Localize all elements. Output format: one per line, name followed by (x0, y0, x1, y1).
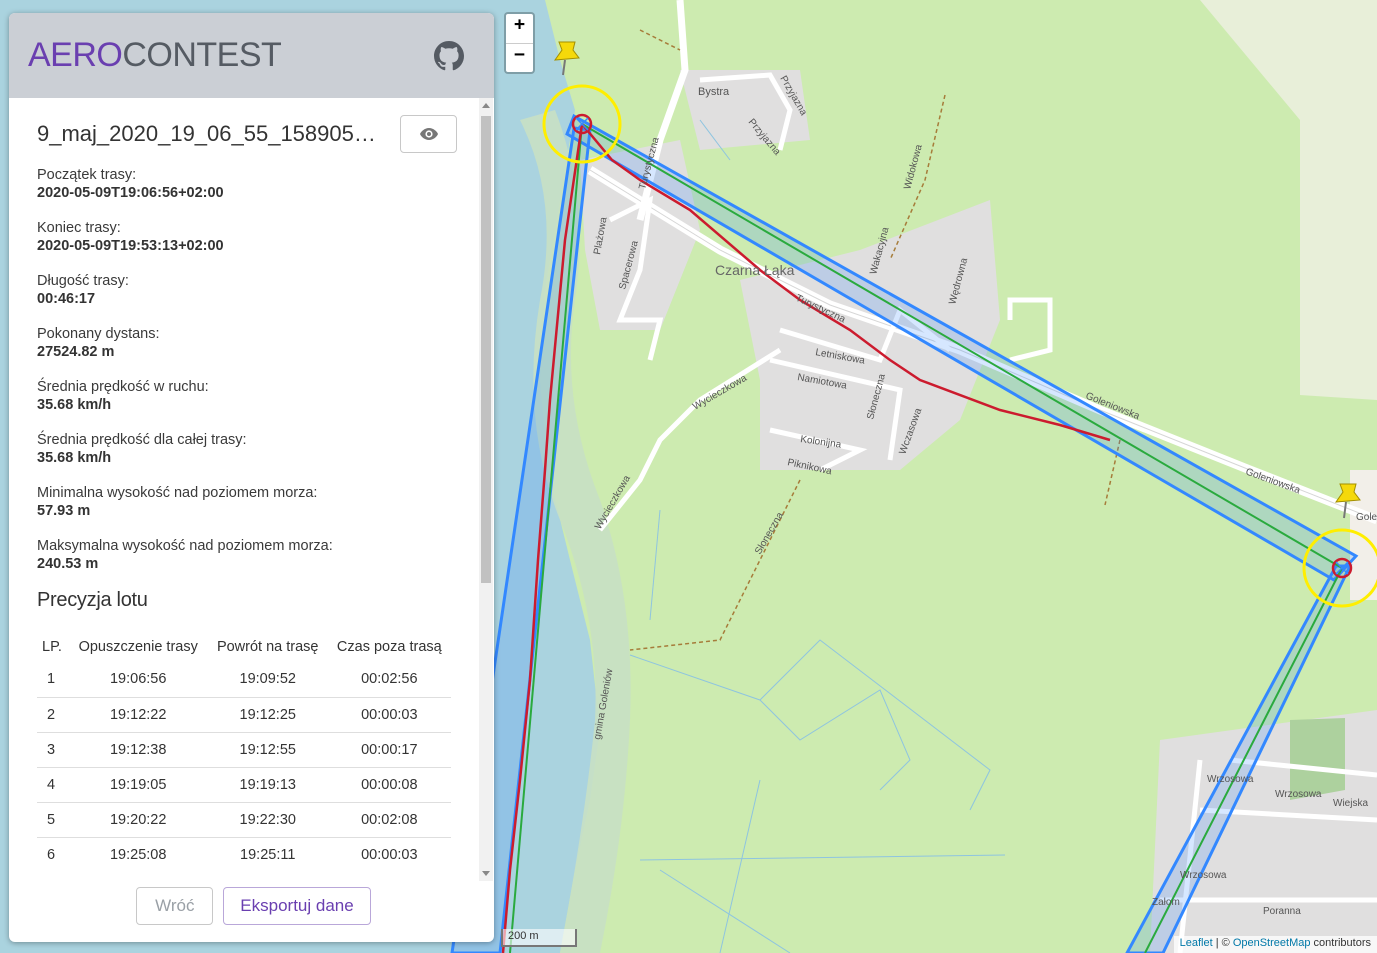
table-cell: 19:09:52 (207, 662, 328, 698)
stat-max-altitude: Maksymalna wysokość nad poziomem morza: 2… (37, 538, 333, 572)
scroll-down-icon[interactable] (482, 871, 490, 876)
svg-text:Poranna: Poranna (1263, 906, 1301, 917)
map-label-village: Czarna Łąka (715, 262, 795, 278)
panel-footer: Wróć Eksportuj dane (9, 881, 494, 942)
track-stats: Początek trasy: 2020-05-09T19:06:56+02:00… (37, 166, 477, 573)
svg-text:Wrzosowa: Wrzosowa (1180, 870, 1227, 881)
precision-section-title: Precyzja lotu (37, 589, 148, 611)
panel-header: AEROCONTEST (9, 13, 494, 98)
svg-text:Wrzosowa: Wrzosowa (1207, 774, 1254, 785)
table-cell: 00:00:08 (327, 767, 451, 803)
app-logo[interactable]: AEROCONTEST (28, 36, 282, 75)
table-cell: 19:12:55 (207, 732, 328, 768)
table-row: 3 19:12:38 19:12:55 00:00:17 (37, 732, 451, 768)
table-row: 5 19:20:22 19:22:30 00:02:08 (37, 802, 451, 838)
table-cell: 19:20:22 (68, 802, 208, 838)
table-cell: 19:19:05 (68, 767, 208, 803)
panel-scrollbar[interactable] (479, 98, 493, 881)
stat-avg-speed-moving: Średnia prędkość w ruchu: 35.68 km/h (37, 379, 209, 413)
panel-body: 9_maj_2020_19_06_55_1589052... Początek … (9, 98, 494, 881)
table-cell: 19:06:56 (68, 662, 208, 698)
map-scale: 200 m (501, 929, 577, 947)
leaflet-link[interactable]: Leaflet (1180, 937, 1213, 949)
scrollbar-thumb[interactable] (481, 116, 491, 583)
svg-text:Wiejska: Wiejska (1333, 798, 1368, 809)
stat-start: Początek trasy: 2020-05-09T19:06:56+02:00 (37, 167, 224, 201)
table-cell: 00:00:17 (327, 732, 451, 768)
stat-end: Koniec trasy: 2020-05-09T19:53:13+02:00 (37, 220, 224, 254)
zoom-control: + − (504, 12, 535, 74)
table-cell: 19:12:38 (68, 732, 208, 768)
table-cell: 00:02:08 (327, 802, 451, 838)
column-header: Czas poza trasą (336, 639, 442, 655)
osm-link[interactable]: OpenStreetMap (1233, 937, 1311, 949)
zoom-in-button[interactable]: + (506, 14, 533, 43)
map-attribution: Leaflet | © OpenStreetMap contributors (1173, 936, 1377, 953)
toggle-visibility-button[interactable] (400, 115, 457, 153)
table-row: 1 19:06:56 19:09:52 00:02:56 (37, 662, 451, 698)
table-cell: 19:25:08 (109, 846, 167, 863)
stat-min-altitude: Minimalna wysokość nad poziomem morza: 57… (37, 485, 318, 519)
zoom-out-button[interactable]: − (506, 43, 533, 72)
side-panel: AEROCONTEST 9_maj_2020_19_06_55_1589052.… (9, 13, 494, 942)
table-row: 6 19:25:08 19:25:11 00:00:03 (37, 837, 451, 872)
column-header: LP. (42, 639, 62, 655)
table-cell: 00:02:56 (327, 662, 451, 698)
table-cell: 19:25:11 (240, 846, 296, 863)
stat-duration: Długość trasy: 00:46:17 (37, 273, 129, 307)
back-button[interactable]: Wróć (136, 886, 214, 925)
table-cell: 4 (37, 767, 69, 803)
stat-avg-speed-total: Średnia prędkość dla całej trasy: 35.68 k… (37, 432, 247, 466)
table-cell: 19:12:25 (207, 697, 328, 733)
table-cell: 00:00:03 (361, 846, 418, 863)
export-data-button[interactable]: Eksportuj dane (223, 886, 371, 925)
table-cell: 5 (37, 802, 69, 838)
track-title: 9_maj_2020_19_06_55_1589052... (37, 121, 377, 146)
precision-table: LP. Opuszczenie trasy Powrót na trasę Cz… (37, 632, 451, 872)
table-cell: 2 (37, 697, 69, 733)
table-cell: 6 (47, 846, 56, 863)
table-cell: 19:22:30 (207, 802, 328, 838)
column-header: Powrót na trasę (216, 639, 319, 655)
map-label-bystra: Bystra (698, 86, 730, 98)
table-cell: 19:12:22 (68, 697, 208, 733)
eye-icon (419, 128, 438, 140)
svg-text:Gole: Gole (1356, 512, 1377, 523)
scroll-up-icon[interactable] (482, 103, 490, 108)
table-row: 2 19:12:22 19:12:25 00:00:03 (37, 697, 451, 733)
github-icon[interactable] (434, 40, 464, 71)
stat-distance: Pokonany dystans: 27524.82 m (37, 326, 160, 360)
table-row: 4 19:19:05 19:19:13 00:00:08 (37, 767, 451, 803)
svg-text:Załom: Załom (1152, 897, 1180, 908)
table-cell: 1 (37, 662, 69, 698)
table-cell: 3 (37, 732, 69, 768)
table-cell: 00:00:03 (327, 697, 451, 733)
table-cell: 19:19:13 (207, 767, 328, 803)
column-header: Opuszczenie trasy (78, 639, 198, 655)
svg-text:Wrzosowa: Wrzosowa (1275, 789, 1322, 800)
